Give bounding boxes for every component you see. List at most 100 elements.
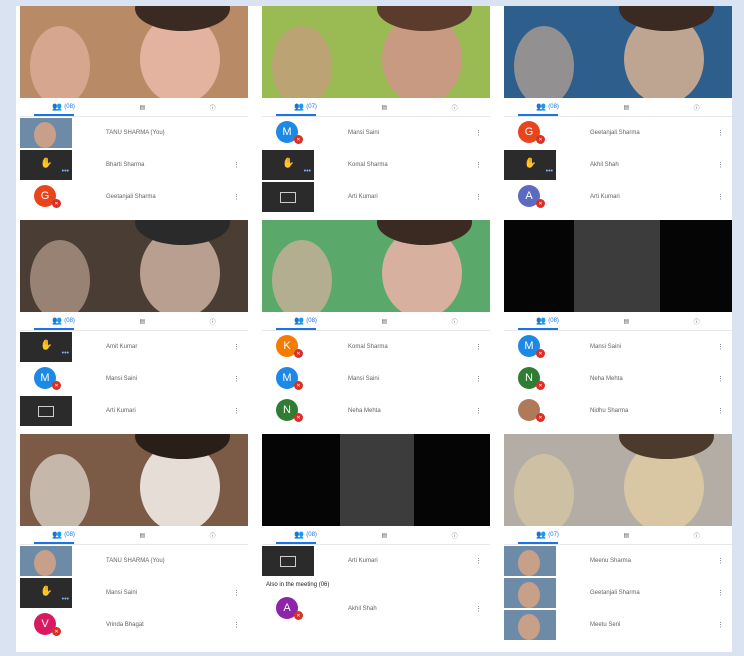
info-icon[interactable]: ⓘ [452,317,458,326]
section-heading: Also in the meeting (06) [266,582,330,588]
people-tab[interactable]: 👥 (08) [294,531,317,539]
participant-row[interactable]: K ✕ Komal Sharma ⋮ [262,332,490,362]
participant-row[interactable]: Geetanjali Sharma ⋮ [504,578,732,608]
participant-row[interactable]: Meenu Sharma ⋮ [504,546,732,576]
meet-screenshot-panel: 👥 (08) ▤ ⓘ TANU SHARMA (You) ✋ ••• Bharti Sharm… [16,6,248,216]
participant-row[interactable]: ✋ ••• Bharti Sharma ⋮ [20,150,248,180]
participant-thumbnail: ✕ [504,396,556,426]
participant-video [20,6,248,98]
chat-icon[interactable]: ▤ [381,104,387,111]
people-tab[interactable]: 👥 (08) [52,531,75,539]
more-icon[interactable]: ⋮ [717,129,724,137]
participant-name: Komal Sharma [348,162,388,168]
more-icon[interactable]: ⋮ [717,193,724,201]
more-icon[interactable]: ⋮ [475,193,482,201]
more-icon[interactable]: ⋮ [717,557,724,565]
more-icon[interactable]: ⋮ [475,407,482,415]
more-icon[interactable]: ⋮ [475,557,482,565]
chat-icon[interactable]: ▤ [623,318,629,325]
participant-row[interactable]: ✋ ••• Komal Sharma ⋮ [262,150,490,180]
participant-name: Akhil Shah [348,606,377,612]
more-icon[interactable]: ⋮ [233,375,240,383]
participant-row[interactable]: TANU SHARMA (You) [20,118,248,148]
people-tab[interactable]: 👥 (07) [294,103,317,111]
participant-row[interactable]: P✕pinky devi⋮ [504,428,732,430]
more-icon[interactable]: ⋮ [717,621,724,629]
participant-row[interactable]: ✋ ••• Mansi Saini ⋮ [20,578,248,608]
mic-off-icon: ✕ [536,349,545,358]
chat-icon[interactable]: ▤ [623,104,629,111]
people-tab[interactable]: 👥 (07) [536,531,559,539]
chat-icon[interactable]: ▤ [139,318,145,325]
info-icon[interactable]: ⓘ [452,103,458,112]
participant-row[interactable]: ✋ ••• Akhil Shah ⋮ [504,150,732,180]
participant-row[interactable]: G ✕ Geetanjali Sharma ⋮ [20,182,248,212]
people-tab[interactable]: 👥 (08) [52,317,75,325]
people-tab[interactable]: 👥 (08) [536,103,559,111]
participant-video [504,220,732,312]
participant-name: Mansi Saini [348,130,380,136]
participant-row[interactable]: M ✕ Mansi Saini ⋮ [262,364,490,394]
info-icon[interactable]: ⓘ [694,103,700,112]
participant-row[interactable]: Arti Kumari ⋮ [262,546,490,576]
info-icon[interactable]: ⓘ [210,531,216,540]
info-icon[interactable]: ⓘ [694,317,700,326]
active-tab-indicator [34,542,74,544]
more-icon[interactable]: ⋮ [233,343,240,351]
more-icon[interactable]: ⋮ [475,605,482,613]
participant-row[interactable]: N ✕ Neha Mehta ⋮ [504,364,732,394]
active-tab-indicator [276,328,316,330]
participant-row[interactable]: ✋ ••• Amit Kumar ⋮ [20,332,248,362]
chat-icon[interactable]: ▤ [139,532,145,539]
people-tab[interactable]: 👥 (08) [536,317,559,325]
participant-name: Geetanjali Sharma [106,194,156,200]
participant-row[interactable]: M ✕ Mansi Saini ⋮ [262,118,490,148]
chat-icon[interactable]: ▤ [381,532,387,539]
info-icon[interactable]: ⓘ [452,531,458,540]
more-icon[interactable]: ⋮ [475,375,482,383]
more-icon[interactable]: ⋮ [717,407,724,415]
participant-row[interactable]: M ✕ Mansi Saini ⋮ [20,364,248,394]
more-icon[interactable]: ⋮ [233,589,240,597]
info-icon[interactable]: ⓘ [210,103,216,112]
more-icon[interactable]: ⋮ [717,161,724,169]
people-count: (08) [306,318,317,324]
more-icon[interactable]: ⋮ [717,343,724,351]
chat-icon[interactable]: ▤ [139,104,145,111]
more-icon[interactable]: ⋮ [233,161,240,169]
participant-video [504,6,732,98]
participant-row[interactable]: V ✕ Vrinda Bhagat ⋮ [20,610,248,640]
participant-name: Arti Kumari [348,558,378,564]
people-icon: 👥 [536,316,547,325]
chat-icon[interactable]: ▤ [623,532,629,539]
more-icon[interactable]: ⋮ [717,589,724,597]
participant-row[interactable]: Arti Kumari ⋮ [262,182,490,212]
more-icon[interactable]: ⋮ [233,407,240,415]
people-tab[interactable]: 👥 (08) [52,103,75,111]
participant-thumbnail: M ✕ [262,118,314,148]
more-icon[interactable]: ⋮ [233,621,240,629]
participant-row[interactable]: G ✕ Geetanjali Sharma ⋮ [504,118,732,148]
participant-row[interactable]: TANU SHARMA (You) [20,546,248,576]
more-icon[interactable]: ⋮ [475,129,482,137]
participant-row[interactable]: Arti Kumari ⋮ [20,396,248,426]
more-icon[interactable]: ⋮ [475,161,482,169]
chat-icon[interactable]: ▤ [381,318,387,325]
info-icon[interactable]: ⓘ [694,531,700,540]
participant-thumbnail: ✋ ••• [20,332,72,362]
participant-row[interactable]: A ✕ Arti Kumari ⋮ [504,182,732,212]
more-icon[interactable]: ⋮ [233,193,240,201]
participant-row[interactable]: Meetu Seni ⋮ [504,610,732,640]
more-icon[interactable]: ⋮ [475,343,482,351]
people-tab[interactable]: 👥 (08) [294,317,317,325]
participant-row[interactable]: ✕ Nidhu Sharma ⋮ [504,396,732,426]
participant-row[interactable]: M ✕ Mansi Saini ⋮ [504,332,732,362]
participant-face [518,582,540,608]
info-icon[interactable]: ⓘ [210,317,216,326]
participant-row[interactable]: A ✕ Akhil Shah ⋮ [262,594,490,624]
more-icon[interactable]: ⋮ [717,375,724,383]
participant-thumbnail: A ✕ [504,182,556,212]
mic-off-icon: ✕ [294,413,303,422]
participant-row[interactable]: N ✕ Neha Mehta ⋮ [262,396,490,426]
meeting-tabbar: 👥 (08) ▤ ⓘ [20,526,248,545]
